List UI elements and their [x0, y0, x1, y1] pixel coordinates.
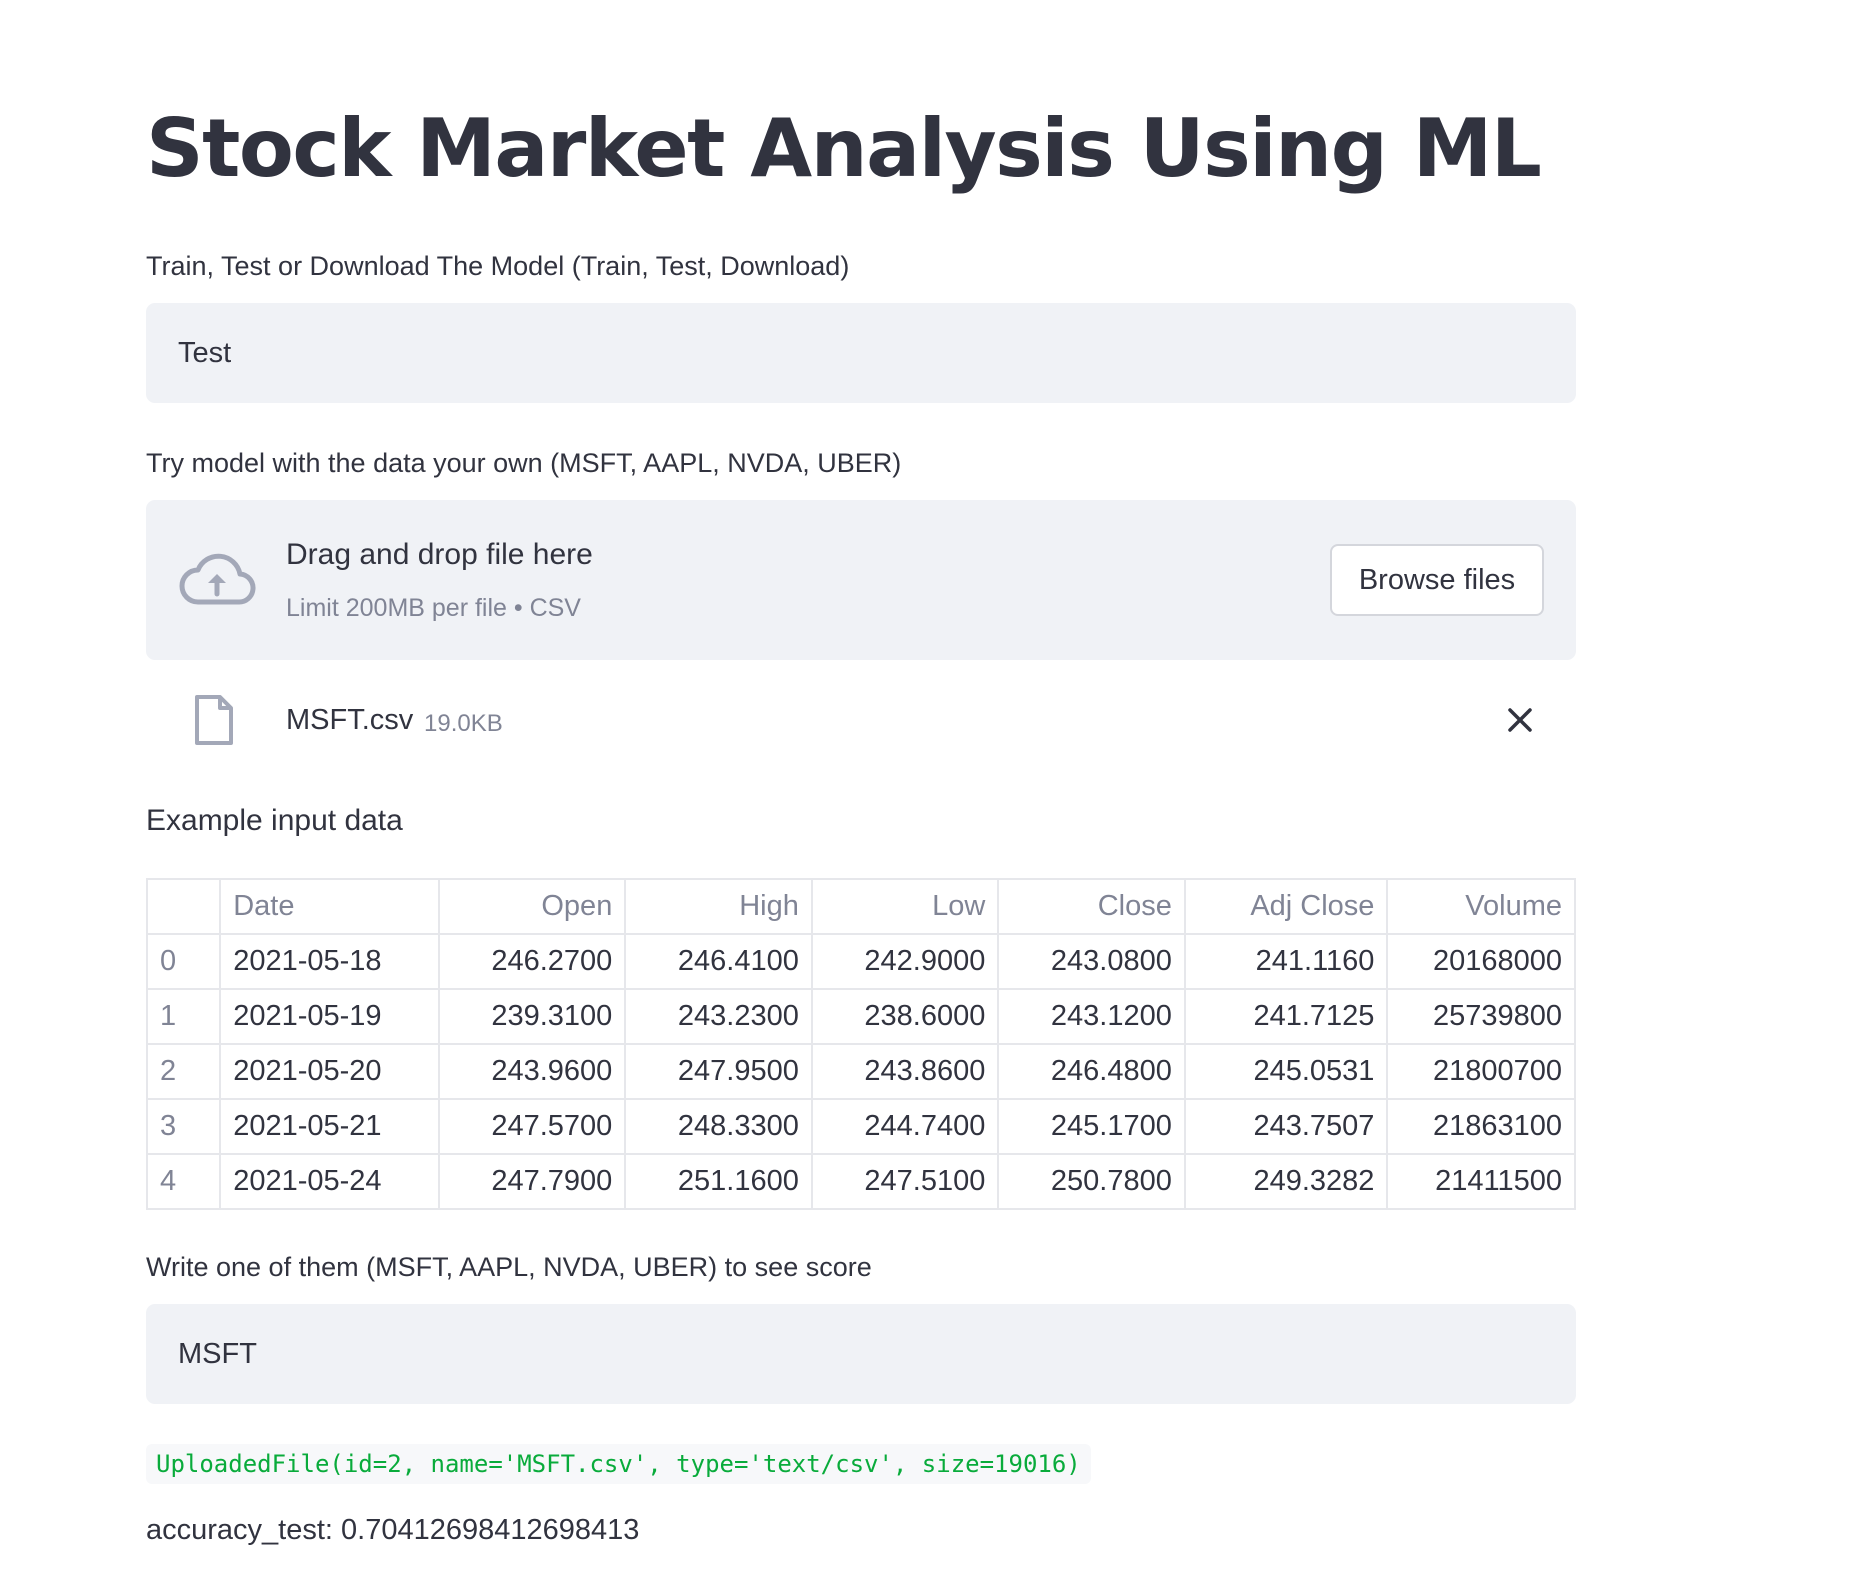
cell-adj-close: 241.1160 — [1183, 933, 1389, 990]
cell-close: 250.7800 — [997, 1153, 1186, 1210]
uploaded-file-name: MSFT.csv — [286, 704, 414, 736]
cell-high: 246.4100 — [624, 933, 813, 990]
uploaded-file-row: MSFT.csv 19.0KB — [146, 682, 1576, 762]
mode-select-label: Train, Test or Download The Model (Train… — [146, 251, 850, 281]
mode-select[interactable]: Test — [146, 303, 1576, 403]
cell-date: 2021-05-19 — [219, 988, 440, 1045]
main-container: Stock Market Analysis Using ML Train, Te… — [145, 96, 1576, 1547]
ticker-input[interactable] — [146, 1304, 1576, 1404]
cloud-upload-icon — [179, 553, 256, 605]
cell-volume: 21411500 — [1386, 1153, 1576, 1210]
close-icon[interactable] — [1500, 700, 1540, 740]
row-index: 3 — [145, 1098, 222, 1155]
dropzone-instructions: Drag and drop file here — [286, 538, 593, 571]
cell-volume: 21800700 — [1386, 1043, 1576, 1100]
cell-adj-close: 243.7507 — [1183, 1098, 1389, 1155]
cell-volume: 25739800 — [1386, 988, 1576, 1045]
cell-low: 238.6000 — [810, 988, 1000, 1045]
cell-close: 246.4800 — [997, 1043, 1186, 1100]
table-header-row: Date Open High Low Close Adj Close Volum… — [145, 878, 1576, 935]
table-row: 1 2021-05-19 239.3100 243.2300 238.6000 … — [145, 988, 1576, 1045]
cell-low: 243.8600 — [810, 1043, 1000, 1100]
table-row: 0 2021-05-18 246.2700 246.4100 242.9000 … — [145, 933, 1576, 990]
file-dropzone[interactable]: Drag and drop file here Limit 200MB per … — [146, 500, 1576, 660]
cell-open: 247.7900 — [437, 1153, 627, 1210]
table-row: 4 2021-05-24 247.7900 251.1600 247.5100 … — [145, 1153, 1576, 1210]
example-data-table: Date Open High Low Close Adj Close Volum… — [145, 878, 1576, 1210]
table-row: 3 2021-05-21 247.5700 248.3300 244.7400 … — [145, 1098, 1576, 1155]
browse-files-button[interactable]: Browse files — [1330, 544, 1544, 616]
table-row: 2 2021-05-20 243.9600 247.9500 243.8600 … — [145, 1043, 1576, 1100]
row-index: 4 — [145, 1153, 222, 1210]
cell-high: 243.2300 — [624, 988, 813, 1045]
row-index: 2 — [145, 1043, 222, 1100]
cell-high: 251.1600 — [624, 1153, 813, 1210]
cell-open: 239.3100 — [437, 988, 627, 1045]
file-icon — [195, 695, 233, 745]
page-title: Stock Market Analysis Using ML — [146, 102, 1542, 195]
example-data-heading: Example input data — [146, 804, 403, 837]
ticker-input-label: Write one of them (MSFT, AAPL, NVDA, UBE… — [146, 1252, 872, 1282]
cell-volume: 21863100 — [1386, 1098, 1576, 1155]
cell-date: 2021-05-21 — [219, 1098, 440, 1155]
row-index: 0 — [145, 933, 222, 990]
cell-close: 243.0800 — [997, 933, 1186, 990]
cell-low: 247.5100 — [810, 1153, 1000, 1210]
column-header-high[interactable]: High — [624, 878, 813, 935]
cell-close: 243.1200 — [997, 988, 1186, 1045]
column-header-open[interactable]: Open — [437, 878, 627, 935]
column-header-volume[interactable]: Volume — [1386, 878, 1576, 935]
column-header-close[interactable]: Close — [997, 878, 1186, 935]
cell-high: 247.9500 — [624, 1043, 813, 1100]
column-header-low[interactable]: Low — [810, 878, 1000, 935]
uploader-label: Try model with the data your own (MSFT, … — [146, 448, 902, 478]
cell-adj-close: 245.0531 — [1183, 1043, 1389, 1100]
cell-date: 2021-05-20 — [219, 1043, 440, 1100]
cell-volume: 20168000 — [1386, 933, 1576, 990]
cell-open: 243.9600 — [437, 1043, 627, 1100]
column-header-index[interactable] — [145, 878, 222, 935]
uploaded-file-code-output: UploadedFile(id=2, name='MSFT.csv', type… — [146, 1444, 1091, 1484]
uploaded-file-size: 19.0KB — [424, 710, 503, 737]
row-index: 1 — [145, 988, 222, 1045]
cell-date: 2021-05-18 — [219, 933, 440, 990]
cell-low: 244.7400 — [810, 1098, 1000, 1155]
cell-low: 242.9000 — [810, 933, 1000, 990]
dropzone-limit-text: Limit 200MB per file • CSV — [286, 594, 581, 622]
column-header-date[interactable]: Date — [219, 878, 440, 935]
cell-open: 246.2700 — [437, 933, 627, 990]
mode-select-value: Test — [178, 336, 232, 369]
cell-high: 248.3300 — [624, 1098, 813, 1155]
column-header-adj-close[interactable]: Adj Close — [1183, 878, 1389, 935]
cell-open: 247.5700 — [437, 1098, 627, 1155]
cell-adj-close: 241.7125 — [1183, 988, 1389, 1045]
accuracy-output: accuracy_test: 0.70412698412698413 — [146, 1514, 640, 1546]
cell-adj-close: 249.3282 — [1183, 1153, 1389, 1210]
cell-close: 245.1700 — [997, 1098, 1186, 1155]
cell-date: 2021-05-24 — [219, 1153, 440, 1210]
